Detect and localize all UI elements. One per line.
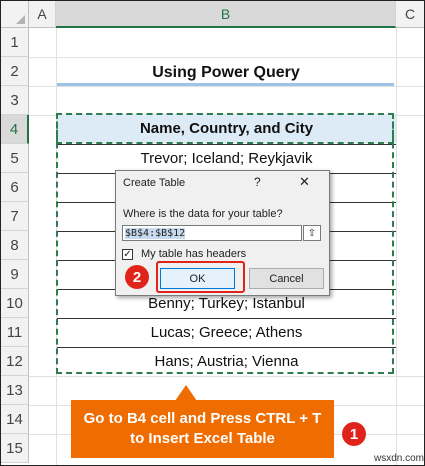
range-value: $B$4:$B$12 [125,228,186,239]
row-header-11[interactable]: 11 [1,318,29,347]
table-header-cell[interactable]: Name, Country, and City [57,114,396,143]
table-row-border [57,347,396,348]
row-header-10[interactable]: 10 [1,289,29,318]
watermark: wsxdn.com [374,453,425,464]
select-all-icon [16,15,25,24]
range-prompt-label: Where is the data for your table? [123,208,283,220]
row-header-1[interactable]: 1 [1,28,29,57]
title-underline [57,83,394,86]
help-icon[interactable]: ? [254,175,261,189]
row-header-13[interactable]: 13 [1,376,29,405]
instruction-callout: Go to B4 cell and Press CTRL + T to Inse… [71,400,334,458]
dialog-title: Create Table [123,177,186,189]
select-all-corner[interactable] [1,1,29,28]
row-header-3[interactable]: 3 [1,86,29,115]
collapse-dialog-icon[interactable]: ⇧ [303,225,321,241]
headers-checkbox-label[interactable]: My table has headers [141,248,246,260]
table-row[interactable]: Lucas; Greece; Athens [57,318,396,347]
row-header-14[interactable]: 14 [1,405,29,434]
row-header-6[interactable]: 6 [1,173,29,202]
row-header-4[interactable]: 4 [1,115,29,144]
row-header-9[interactable]: 9 [1,260,29,289]
table-row[interactable]: Hans; Austria; Vienna [57,347,396,376]
cancel-button[interactable]: Cancel [249,268,324,289]
row-header-8[interactable]: 8 [1,231,29,260]
table-row-border [57,144,396,145]
table-row-border [57,318,396,319]
column-header-b[interactable]: B [56,1,396,28]
gridline [396,28,397,465]
table-row[interactable]: Trevor; Iceland; Reykjavik [57,144,396,173]
excel-window: A B C 1 2 3 4 5 6 7 8 9 10 11 12 13 14 1… [0,0,425,466]
callout-pointer [175,385,197,401]
row-header-12[interactable]: 12 [1,347,29,376]
step-1-badge: 1 [342,422,366,446]
row-header-15[interactable]: 15 [1,434,29,463]
ok-button[interactable]: OK [160,268,235,289]
step-2-badge: 2 [125,265,149,289]
close-icon[interactable]: ✕ [299,174,310,190]
range-input[interactable]: $B$4:$B$12 [122,225,302,241]
row-header-2[interactable]: 2 [1,57,29,86]
column-header-c[interactable]: C [396,1,424,28]
gridline [29,376,424,377]
row-header-7[interactable]: 7 [1,202,29,231]
row-header-5[interactable]: 5 [1,144,29,173]
headers-checkbox[interactable]: ✓ [122,249,133,260]
column-header-a[interactable]: A [29,1,56,28]
